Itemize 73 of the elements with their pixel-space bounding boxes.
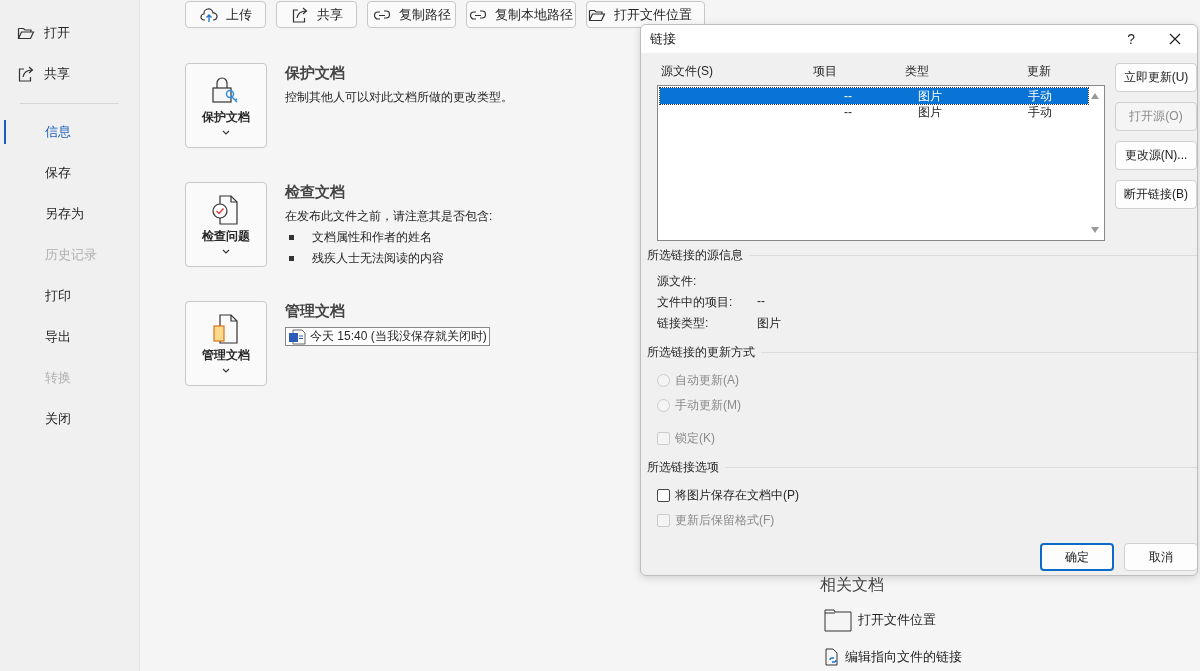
folder-icon — [824, 608, 852, 632]
toolbar-button[interactable]: 打开文件位置 — [585, 1, 705, 28]
column-header[interactable]: 源文件(S) — [661, 63, 813, 85]
version-entry[interactable]: 今天 15:40 (当我没保存就关闭时) — [285, 327, 490, 346]
list-row[interactable]: -- 图片 手动 — [660, 104, 1088, 120]
sidebar-item[interactable]: 保存 — [4, 161, 114, 185]
bullet-icon — [289, 235, 294, 240]
section-title: 保护文档 — [285, 64, 346, 83]
scroll-down-icon — [1090, 226, 1100, 234]
chevron-down-icon — [222, 130, 230, 135]
sidebar-item[interactable]: 导出 — [4, 325, 114, 349]
option-label: 锁定(K) — [675, 430, 715, 447]
group-heading: 所选链接的源信息 — [647, 246, 743, 264]
option-label: 将图片保存在文档中(P) — [675, 487, 799, 504]
link-icon — [469, 7, 488, 22]
toolbar-button[interactable]: 复制路径 — [367, 1, 457, 28]
column-header[interactable]: 更新 — [1027, 63, 1051, 85]
sidebar-item[interactable]: 关闭 — [4, 407, 114, 431]
bullet-icon — [289, 256, 294, 261]
field-label: 链接类型: — [657, 315, 710, 332]
dialog-title: 链接 — [650, 30, 677, 48]
dialog-button[interactable]: 确定 — [1040, 543, 1114, 571]
section-button[interactable]: 检查问题 — [185, 182, 267, 267]
help-button[interactable]: ? — [1127, 31, 1135, 47]
word-document-icon — [288, 328, 306, 345]
document-check-icon — [211, 195, 241, 225]
group-heading: 所选链接的更新方式 — [647, 343, 755, 361]
section-title: 管理文档 — [285, 302, 346, 321]
toolbar-button[interactable]: 上传 — [185, 1, 266, 28]
sidebar-item[interactable]: 信息 — [4, 120, 114, 144]
checkbox[interactable] — [657, 489, 670, 502]
sidebar-item[interactable]: 打印 — [4, 284, 114, 308]
document-link-icon — [824, 648, 840, 666]
documents-icon — [211, 314, 241, 344]
bullet-text: 残疾人士无法阅读的内容 — [312, 250, 444, 267]
option-label: 自动更新(A) — [675, 372, 739, 389]
related-link[interactable]: 编辑指向文件的链接 — [824, 648, 962, 666]
group-heading: 所选链接选项 — [647, 458, 719, 476]
share-icon — [17, 65, 35, 83]
field-label: 源文件: — [657, 273, 698, 290]
list-row[interactable]: -- 图片 手动 — [660, 88, 1088, 104]
section-title: 相关文档 — [820, 575, 885, 595]
column-header[interactable]: 类型 — [905, 63, 1027, 85]
chevron-down-icon — [222, 368, 230, 373]
related-link[interactable]: 打开文件位置 — [824, 608, 962, 632]
dialog-button[interactable]: 断开链接(B) — [1115, 180, 1197, 209]
toolbar-button[interactable]: 复制本地路径 — [466, 1, 576, 28]
chevron-down-icon — [222, 249, 230, 254]
scroll-up-icon — [1090, 92, 1100, 100]
section-button[interactable]: 管理文档 — [185, 301, 267, 386]
option-label: 更新后保留格式(F) — [675, 512, 775, 529]
cloud-upload-icon — [199, 6, 218, 23]
folder-icon — [17, 25, 35, 41]
dialog-button[interactable]: 取消 — [1124, 543, 1197, 571]
toolbar-button[interactable]: 共享 — [276, 1, 357, 28]
dialog-button[interactable]: 立即更新(U) — [1115, 63, 1197, 92]
close-icon[interactable] — [1169, 33, 1181, 45]
dialog-button[interactable]: 更改源(N)... — [1115, 141, 1197, 170]
field-value: -- — [757, 294, 766, 310]
section-button[interactable]: 保护文档 — [185, 63, 267, 148]
sidebar-item[interactable]: 另存为 — [4, 202, 114, 226]
section-description: 控制其他人可以对此文档所做的更改类型。 — [285, 89, 513, 106]
sidebar-item[interactable]: 打开 — [17, 21, 107, 45]
section-title: 检查文档 — [285, 183, 346, 202]
section-description: 在发布此文件之前，请注意其是否包含: — [285, 208, 493, 225]
field-value: 图片 — [757, 315, 782, 332]
share-icon — [290, 5, 309, 24]
sidebar-item[interactable]: 共享 — [17, 62, 107, 86]
column-header[interactable]: 项目 — [813, 63, 905, 85]
bullet-text: 文档属性和作者的姓名 — [312, 229, 432, 246]
option-label: 手动更新(M) — [675, 397, 741, 414]
field-label: 文件中的项目: — [657, 294, 734, 311]
link-icon — [372, 7, 391, 22]
